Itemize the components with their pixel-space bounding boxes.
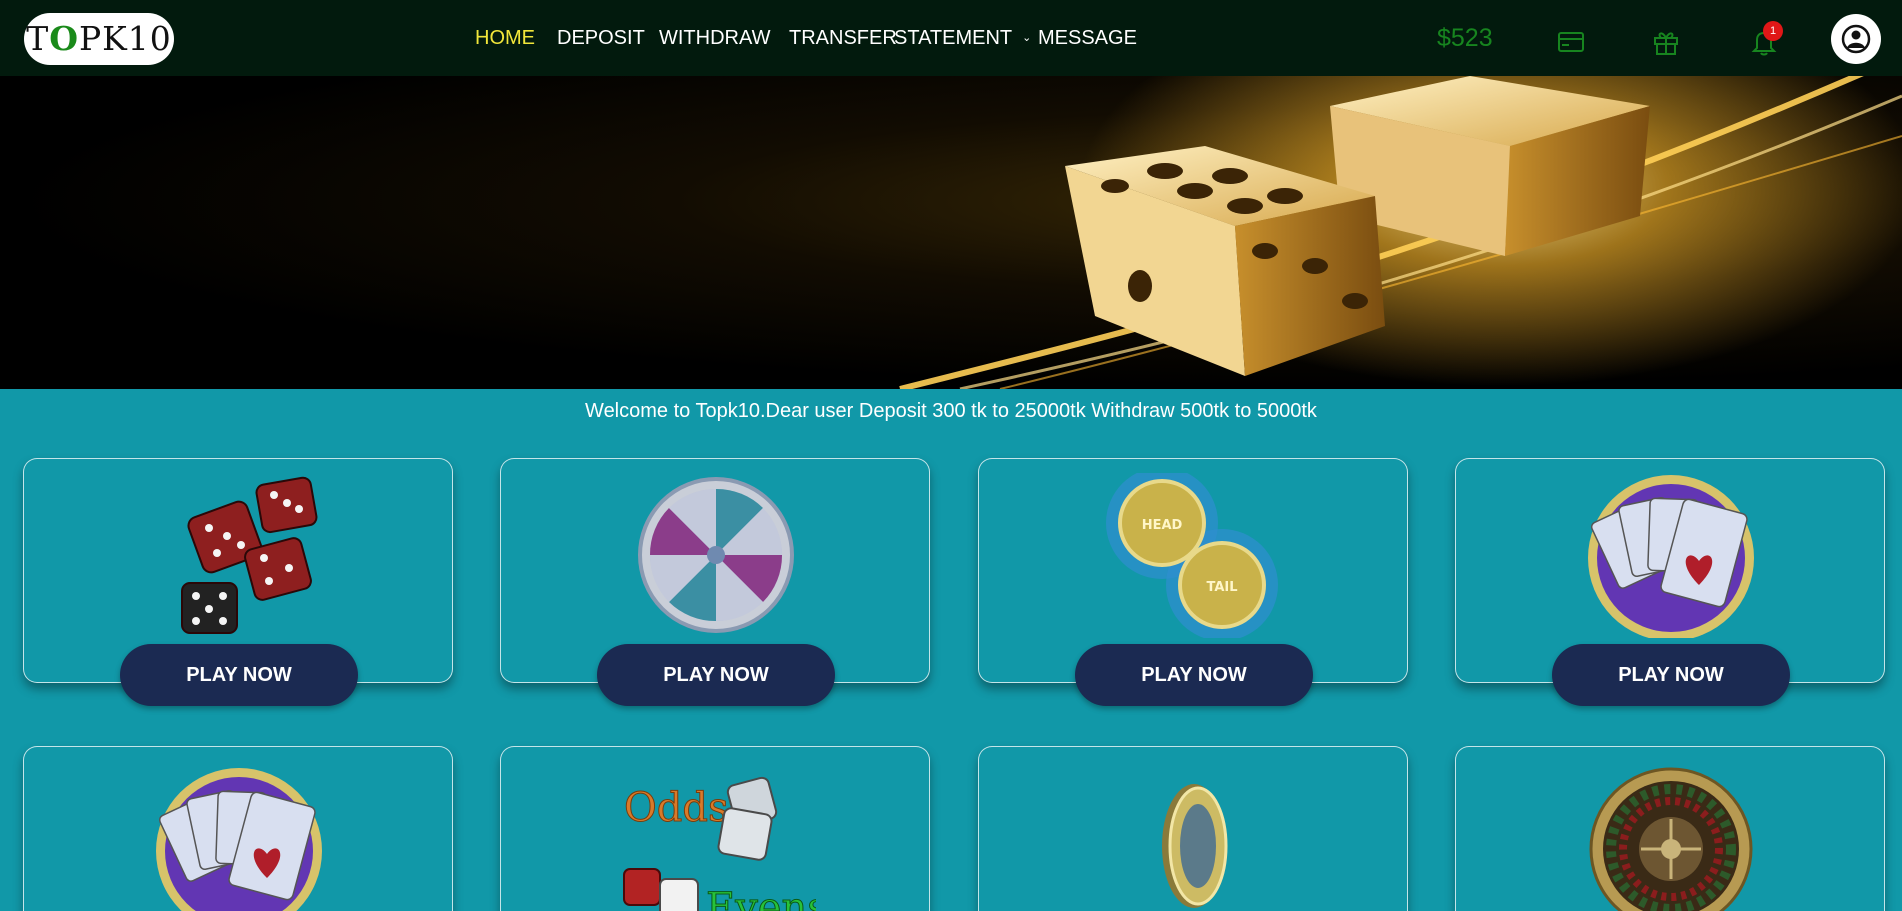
dice-banner-art <box>899 76 1902 389</box>
balance-display: $523 <box>1437 24 1493 52</box>
odds-evens-icon: Odds Evens <box>623 776 816 911</box>
wallet-icon[interactable] <box>1557 28 1585 56</box>
user-icon <box>1841 24 1871 54</box>
top-navbar: TOPK10 HOME DEPOSIT WITHDRAW TRANSFER ST… <box>0 0 1902 76</box>
dice-icon <box>181 476 318 634</box>
avatar[interactable] <box>1831 14 1881 64</box>
odds-art-text: Odds <box>624 785 729 831</box>
logo-text-pk10: PK10 <box>78 19 172 58</box>
playing-cards-icon <box>156 768 322 911</box>
gift-icon[interactable] <box>1652 28 1680 56</box>
welcome-marquee: Welcome to Topk10.Dear user Deposit 300 … <box>585 400 1317 422</box>
play-now-button-head-tail[interactable]: PLAY NOW <box>1075 644 1313 706</box>
nav-statement[interactable]: STATEMENT ⌄ <box>894 27 1031 50</box>
game-card-coin[interactable] <box>978 746 1408 911</box>
nav-statement-label: STATEMENT <box>894 27 1013 49</box>
playing-cards-icon <box>1588 475 1754 638</box>
coin-head-label: HEAD <box>1142 518 1183 533</box>
nav-transfer[interactable]: TRANSFER <box>789 27 897 50</box>
hero-banner <box>0 76 1902 389</box>
notification-badge: 1 <box>1763 21 1783 41</box>
logo-text-o: O <box>49 19 79 58</box>
game-card-odds-evens[interactable]: Odds Evens <box>500 746 930 911</box>
coin-icon <box>1162 784 1228 908</box>
play-now-button-wheel[interactable]: PLAY NOW <box>597 644 835 706</box>
evens-art-text: Evens <box>706 885 816 911</box>
roulette-icon <box>1589 767 1753 911</box>
nav-withdraw[interactable]: WITHDRAW <box>659 27 770 50</box>
nav-deposit[interactable]: DEPOSIT <box>557 27 645 50</box>
play-now-button-cards[interactable]: PLAY NOW <box>1552 644 1790 706</box>
chevron-down-icon: ⌄ <box>1022 32 1032 44</box>
logo-text-t: T <box>26 19 50 58</box>
site-logo[interactable]: TOPK10 <box>24 13 174 65</box>
head-tail-coin-icon: HEAD TAIL <box>1106 473 1278 638</box>
nav-message[interactable]: MESSAGE <box>1038 27 1137 50</box>
coin-tail-label: TAIL <box>1206 580 1237 595</box>
game-card-cards-2[interactable] <box>23 746 453 911</box>
play-now-button-dice[interactable]: PLAY NOW <box>120 644 358 706</box>
game-card-roulette[interactable] <box>1455 746 1885 911</box>
wheel-icon <box>638 477 794 633</box>
nav-home[interactable]: HOME <box>475 27 535 50</box>
